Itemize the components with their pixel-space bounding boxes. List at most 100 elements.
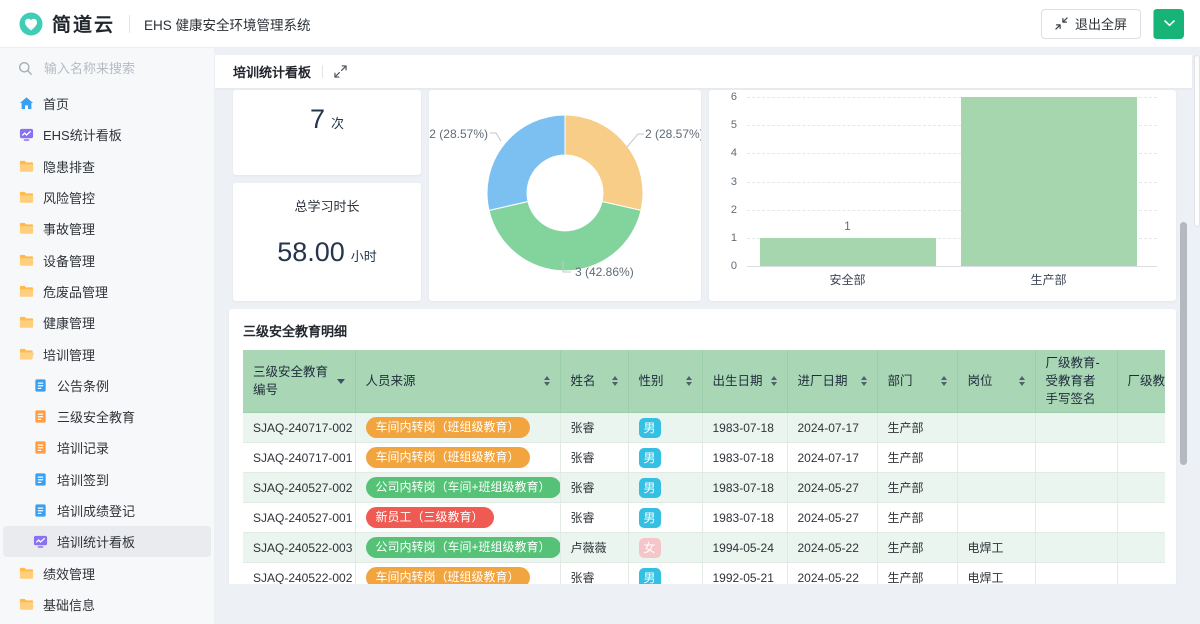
column-header[interactable]: 三级安全教育编号 [243, 350, 355, 413]
sidebar-item-training-records[interactable]: 培训记录 [3, 432, 211, 463]
cell-name: 张睿 [560, 473, 628, 503]
source-badge: 车间内转岗（班组级教育） [366, 447, 530, 468]
safety-education-table: 三级安全教育编号人员来源姓名性别出生日期进厂日期部门岗位厂级教育-受教育者手写签… [243, 350, 1165, 584]
column-header[interactable]: 性别 [628, 350, 702, 413]
cell-birth-date: 1994-05-24 [702, 533, 787, 563]
chevron-down-icon[interactable] [1153, 9, 1184, 39]
column-header[interactable]: 岗位 [957, 350, 1035, 413]
column-header[interactable]: 姓名 [560, 350, 628, 413]
sidebar-item-ehs-dashboard[interactable]: EHS统计看板 [3, 119, 211, 150]
column-header[interactable]: 部门 [877, 350, 957, 413]
sidebar-item-three-level-safety-education[interactable]: 三级安全教育 [3, 401, 211, 432]
cell-department: 生产部 [877, 473, 957, 503]
column-header[interactable]: 进厂日期 [787, 350, 877, 413]
cell-post [957, 503, 1035, 533]
column-header[interactable]: 人员来源 [355, 350, 560, 413]
column-header[interactable]: 厂级教育-受教育者手写签名 [1035, 350, 1117, 413]
cell-education-id: SJAQ-240717-001 [243, 443, 355, 473]
slice-green[interactable] [489, 202, 641, 271]
cell-post: 电焊工 [957, 563, 1035, 584]
sort-icon[interactable] [686, 376, 692, 386]
bar-生产部[interactable] [961, 97, 1137, 266]
dashboard-icon [33, 534, 48, 549]
sidebar-item-risk-control[interactable]: 风险管控 [3, 182, 211, 213]
cell-entry-date: 2024-05-22 [787, 533, 877, 563]
exit-fullscreen-button[interactable]: 退出全屏 [1041, 9, 1141, 39]
cell-personnel-source: 车间内转岗（班组级教育） [355, 443, 560, 473]
sidebar-item-label: 绩效管理 [43, 564, 95, 583]
slice-orange[interactable] [565, 115, 643, 210]
cell-post: 电焊工 [957, 533, 1035, 563]
sidebar-search[interactable] [0, 48, 214, 83]
expand-icon[interactable] [334, 65, 347, 78]
sidebar-item-basic-info[interactable]: 基础信息 [3, 589, 211, 620]
column-header[interactable]: 厂级教育-教育日期 [1117, 350, 1165, 413]
bar-安全部[interactable] [760, 238, 936, 266]
sort-icon[interactable] [1019, 376, 1025, 386]
sidebar-item-hazard-inspection[interactable]: 隐患排查 [3, 151, 211, 182]
home-icon [19, 96, 34, 111]
sidebar-item-health-management[interactable]: 健康管理 [3, 307, 211, 338]
table-row[interactable]: SJAQ-240527-002公司内转岗（车间+班组级教育）张睿男1983-07… [243, 473, 1165, 503]
sidebar-item-training-score-register[interactable]: 培训成绩登记 [3, 495, 211, 526]
gender-badge: 女 [639, 538, 661, 558]
sort-icon[interactable] [941, 376, 947, 386]
sort-icon[interactable] [861, 376, 867, 386]
sidebar-item-home[interactable]: 首页 [3, 88, 211, 119]
gender-badge: 男 [639, 508, 661, 528]
sort-icon[interactable] [771, 376, 777, 386]
table-row[interactable]: SJAQ-240522-003公司内转岗（车间+班组级教育）卢薇薇女1994-0… [243, 533, 1165, 563]
cell-signature [1035, 563, 1117, 584]
cell-signature [1035, 473, 1117, 503]
cell-signature [1035, 443, 1117, 473]
sidebar-item-label: 事故管理 [43, 219, 95, 238]
app-logo[interactable]: 简道云 [18, 10, 115, 37]
dashboard-icon [19, 127, 34, 142]
table-row[interactable]: SJAQ-240527-001新员工（三级教育）张睿男1983-07-18202… [243, 503, 1165, 533]
cell-birth-date: 1983-07-18 [702, 443, 787, 473]
source-badge: 公司内转岗（车间+班组级教育） [366, 537, 561, 558]
sidebar-item-label: 设备管理 [43, 251, 95, 270]
stat-value: 58.00 [277, 237, 345, 267]
cell-birth-date: 1992-05-21 [702, 563, 787, 584]
sidebar-item-training-management[interactable]: 培训管理 [3, 338, 211, 369]
folder-icon [19, 566, 34, 581]
sidebar-item-accident-management[interactable]: 事故管理 [3, 213, 211, 244]
cell-birth-date: 1983-07-18 [702, 473, 787, 503]
table-row[interactable]: SJAQ-240717-002车间内转岗（班组级教育）张睿男1983-07-18… [243, 413, 1165, 443]
sidebar-item-equipment-management[interactable]: 设备管理 [3, 244, 211, 275]
search-input[interactable] [42, 60, 196, 77]
window-scrollbar-thumb[interactable] [1194, 55, 1200, 227]
cell-signature [1035, 503, 1117, 533]
cell-education-id: SJAQ-240527-001 [243, 503, 355, 533]
content-scrollbar-thumb[interactable] [1180, 222, 1187, 465]
column-header[interactable]: 出生日期 [702, 350, 787, 413]
sidebar-item-announcements[interactable]: 公告条例 [3, 370, 211, 401]
y-tick-label: 6 [709, 91, 737, 103]
sort-icon[interactable] [544, 376, 550, 386]
slice-blue[interactable] [487, 115, 565, 210]
page-titlebar: 培训统计看板 [215, 55, 1192, 88]
doc-orange-icon [33, 440, 48, 455]
table-row[interactable]: SJAQ-240717-001车间内转岗（班组级教育）张睿男1983-07-18… [243, 443, 1165, 473]
cell-education-id: SJAQ-240522-002 [243, 563, 355, 584]
sidebar-item-training-signin[interactable]: 培训签到 [3, 464, 211, 495]
cell-gender: 男 [628, 413, 702, 443]
cell-department: 生产部 [877, 533, 957, 563]
install-template-button[interactable]: 安装模板(带数据) [1153, 9, 1184, 39]
sidebar-item-training-dashboard[interactable]: 培训统计看板 [3, 526, 211, 557]
sidebar-item-label: 三级安全教育 [57, 407, 135, 426]
gender-badge: 男 [639, 478, 661, 498]
gender-badge: 男 [639, 448, 661, 468]
sidebar-item-performance-management[interactable]: 绩效管理 [3, 557, 211, 588]
sidebar-item-label: 隐患排查 [43, 157, 95, 176]
cell-entry-date: 2024-05-22 [787, 563, 877, 584]
table-row[interactable]: SJAQ-240522-002车间内转岗（班组级教育）张睿男1992-05-21… [243, 563, 1165, 584]
cell-birth-date: 1983-07-18 [702, 413, 787, 443]
sort-icon[interactable] [612, 376, 618, 386]
cell-signature [1035, 533, 1117, 563]
sidebar-item-hazardous-waste[interactable]: 危废品管理 [3, 276, 211, 307]
sort-desc-icon[interactable] [337, 379, 345, 384]
cell-entry-date: 2024-05-27 [787, 473, 877, 503]
cell-personnel-source: 公司内转岗（车间+班组级教育） [355, 533, 560, 563]
